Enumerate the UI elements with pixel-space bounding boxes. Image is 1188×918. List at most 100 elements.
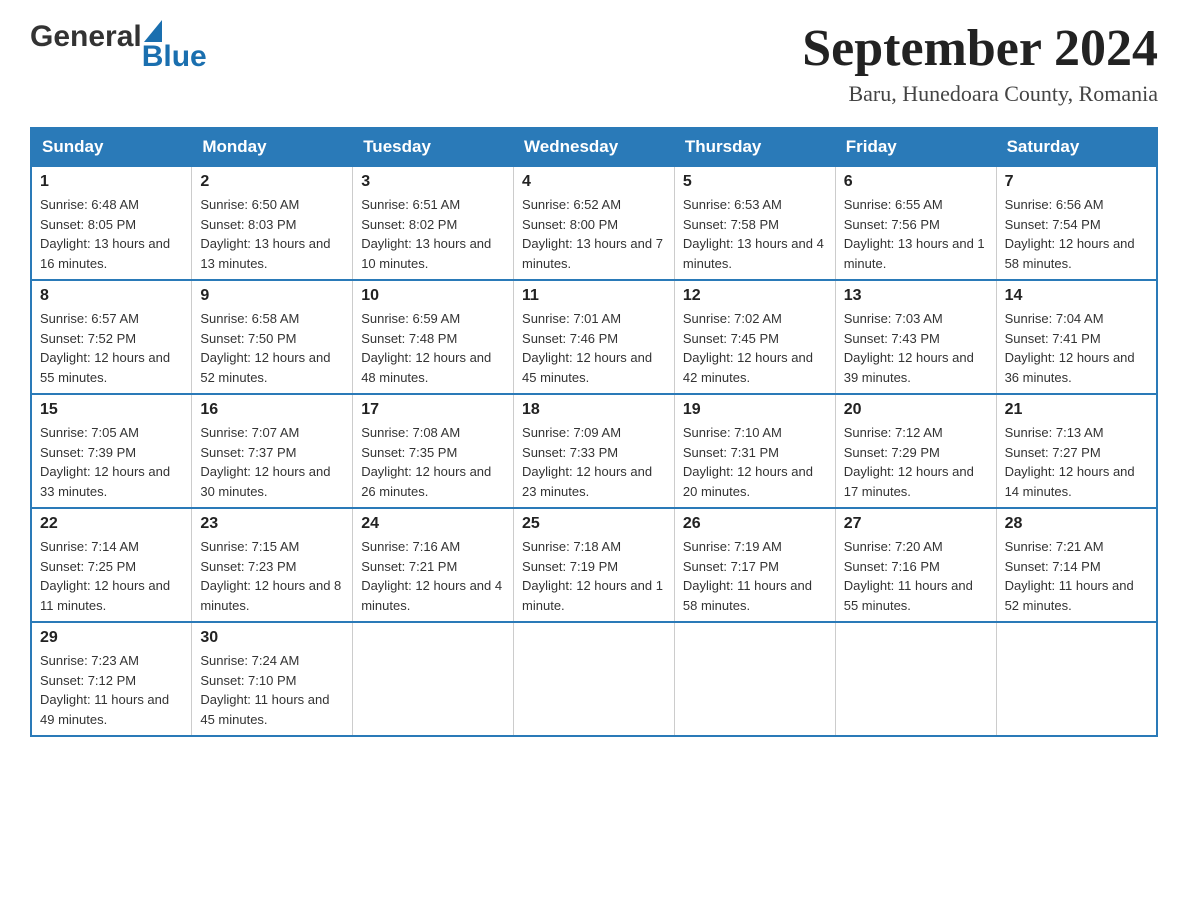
calendar-header-sunday: Sunday [31,128,192,166]
calendar-cell: 2 Sunrise: 6:50 AMSunset: 8:03 PMDaylight… [192,166,353,280]
calendar-header-tuesday: Tuesday [353,128,514,166]
day-number: 17 [361,401,505,419]
calendar-cell: 28Sunrise: 7:21 AMSunset: 7:14 PMDayligh… [996,508,1157,622]
calendar-cell: 22 Sunrise: 7:14 AMSunset: 7:25 PMDayligh… [31,508,192,622]
day-info: Sunrise: 7:09 AMSunset: 7:33 PMDaylight:… [522,423,666,501]
calendar-cell: 30Sunrise: 7:24 AMSunset: 7:10 PMDayligh… [192,622,353,736]
calendar-cell: 8 Sunrise: 6:57 AMSunset: 7:52 PMDaylight… [31,280,192,394]
day-number: 1 [40,173,183,191]
header: General Blue September 2024 Baru, Hunedo… [30,20,1158,107]
day-number: 10 [361,287,505,305]
day-info: Sunrise: 7:18 AMSunset: 7:19 PMDaylight:… [522,537,666,615]
calendar-cell: 1Sunrise: 6:48 AMSunset: 8:05 PMDaylight… [31,166,192,280]
day-info: Sunrise: 6:58 AMSunset: 7:50 PMDaylight:… [200,309,344,387]
calendar-cell: 25 Sunrise: 7:18 AMSunset: 7:19 PMDayligh… [514,508,675,622]
calendar-cell: 24Sunrise: 7:16 AMSunset: 7:21 PMDayligh… [353,508,514,622]
calendar-cell: 10 Sunrise: 6:59 AMSunset: 7:48 PMDayligh… [353,280,514,394]
day-number: 20 [844,401,988,419]
day-info: Sunrise: 6:51 AMSunset: 8:02 PMDaylight:… [361,195,505,273]
day-number: 22 [40,515,183,533]
calendar-cell [996,622,1157,736]
day-number: 3 [361,173,505,191]
calendar-cell: 12 Sunrise: 7:02 AMSunset: 7:45 PMDayligh… [674,280,835,394]
day-info: Sunrise: 6:55 AMSunset: 7:56 PMDaylight:… [844,195,988,273]
calendar-cell: 9 Sunrise: 6:58 AMSunset: 7:50 PMDaylight… [192,280,353,394]
day-info: Sunrise: 7:05 AMSunset: 7:39 PMDaylight:… [40,423,183,501]
day-info: Sunrise: 7:08 AMSunset: 7:35 PMDaylight:… [361,423,505,501]
calendar-cell: 3 Sunrise: 6:51 AMSunset: 8:02 PMDaylight… [353,166,514,280]
day-number: 14 [1005,287,1148,305]
calendar-cell: 18 Sunrise: 7:09 AMSunset: 7:33 PMDayligh… [514,394,675,508]
calendar-cell: 19Sunrise: 7:10 AMSunset: 7:31 PMDayligh… [674,394,835,508]
calendar-cell [514,622,675,736]
day-info: Sunrise: 7:14 AMSunset: 7:25 PMDaylight:… [40,537,183,615]
calendar-table: SundayMondayTuesdayWednesdayThursdayFrid… [30,127,1158,737]
logo-blue-text: Blue [142,42,207,72]
calendar-cell: 26 Sunrise: 7:19 AMSunset: 7:17 PMDayligh… [674,508,835,622]
day-number: 29 [40,629,183,647]
day-info: Sunrise: 6:57 AMSunset: 7:52 PMDaylight:… [40,309,183,387]
day-number: 9 [200,287,344,305]
day-info: Sunrise: 7:12 AMSunset: 7:29 PMDaylight:… [844,423,988,501]
calendar-cell: 21 Sunrise: 7:13 AMSunset: 7:27 PMDayligh… [996,394,1157,508]
calendar-cell [674,622,835,736]
day-number: 26 [683,515,827,533]
day-info: Sunrise: 7:23 AMSunset: 7:12 PMDaylight:… [40,651,183,729]
day-info: Sunrise: 7:02 AMSunset: 7:45 PMDaylight:… [683,309,827,387]
calendar-cell: 16 Sunrise: 7:07 AMSunset: 7:37 PMDayligh… [192,394,353,508]
calendar-header-wednesday: Wednesday [514,128,675,166]
day-number: 15 [40,401,183,419]
calendar-cell: 23Sunrise: 7:15 AMSunset: 7:23 PMDayligh… [192,508,353,622]
logo-triangle-icon [144,20,162,42]
calendar-header-thursday: Thursday [674,128,835,166]
day-number: 25 [522,515,666,533]
day-number: 8 [40,287,183,305]
page-title: September 2024 [802,20,1158,77]
day-info: Sunrise: 7:21 AMSunset: 7:14 PMDaylight:… [1005,537,1148,615]
calendar-cell: 7 Sunrise: 6:56 AMSunset: 7:54 PMDaylight… [996,166,1157,280]
day-number: 6 [844,173,988,191]
calendar-cell: 29 Sunrise: 7:23 AMSunset: 7:12 PMDayligh… [31,622,192,736]
day-info: Sunrise: 7:04 AMSunset: 7:41 PMDaylight:… [1005,309,1148,387]
day-info: Sunrise: 7:19 AMSunset: 7:17 PMDaylight:… [683,537,827,615]
calendar-cell: 17 Sunrise: 7:08 AMSunset: 7:35 PMDayligh… [353,394,514,508]
day-number: 16 [200,401,344,419]
day-number: 27 [844,515,988,533]
calendar-week-row: 8 Sunrise: 6:57 AMSunset: 7:52 PMDaylight… [31,280,1157,394]
day-info: Sunrise: 7:10 AMSunset: 7:31 PMDaylight:… [683,423,827,501]
calendar-cell [353,622,514,736]
calendar-cell: 15 Sunrise: 7:05 AMSunset: 7:39 PMDayligh… [31,394,192,508]
calendar-header-row: SundayMondayTuesdayWednesdayThursdayFrid… [31,128,1157,166]
day-number: 12 [683,287,827,305]
calendar-week-row: 15 Sunrise: 7:05 AMSunset: 7:39 PMDayligh… [31,394,1157,508]
day-number: 7 [1005,173,1148,191]
calendar-cell: 11Sunrise: 7:01 AMSunset: 7:46 PMDayligh… [514,280,675,394]
day-info: Sunrise: 7:07 AMSunset: 7:37 PMDaylight:… [200,423,344,501]
calendar-cell: 20 Sunrise: 7:12 AMSunset: 7:29 PMDayligh… [835,394,996,508]
day-info: Sunrise: 6:52 AMSunset: 8:00 PMDaylight:… [522,195,666,273]
calendar-header-monday: Monday [192,128,353,166]
day-info: Sunrise: 6:59 AMSunset: 7:48 PMDaylight:… [361,309,505,387]
calendar-cell: 27Sunrise: 7:20 AMSunset: 7:16 PMDayligh… [835,508,996,622]
logo-general-text: General [30,20,142,54]
day-info: Sunrise: 7:01 AMSunset: 7:46 PMDaylight:… [522,309,666,387]
day-number: 2 [200,173,344,191]
day-number: 13 [844,287,988,305]
logo: General Blue [30,20,207,72]
day-number: 21 [1005,401,1148,419]
day-info: Sunrise: 6:50 AMSunset: 8:03 PMDaylight:… [200,195,344,273]
day-number: 23 [200,515,344,533]
day-info: Sunrise: 6:56 AMSunset: 7:54 PMDaylight:… [1005,195,1148,273]
day-number: 18 [522,401,666,419]
page-subtitle: Baru, Hunedoara County, Romania [802,81,1158,107]
calendar-cell: 4 Sunrise: 6:52 AMSunset: 8:00 PMDaylight… [514,166,675,280]
day-info: Sunrise: 7:16 AMSunset: 7:21 PMDaylight:… [361,537,505,615]
calendar-week-row: 22 Sunrise: 7:14 AMSunset: 7:25 PMDayligh… [31,508,1157,622]
title-area: September 2024 Baru, Hunedoara County, R… [802,20,1158,107]
day-number: 30 [200,629,344,647]
day-info: Sunrise: 7:13 AMSunset: 7:27 PMDaylight:… [1005,423,1148,501]
calendar-cell: 13Sunrise: 7:03 AMSunset: 7:43 PMDayligh… [835,280,996,394]
day-number: 4 [522,173,666,191]
calendar-header-saturday: Saturday [996,128,1157,166]
logo-right: Blue [142,20,207,72]
